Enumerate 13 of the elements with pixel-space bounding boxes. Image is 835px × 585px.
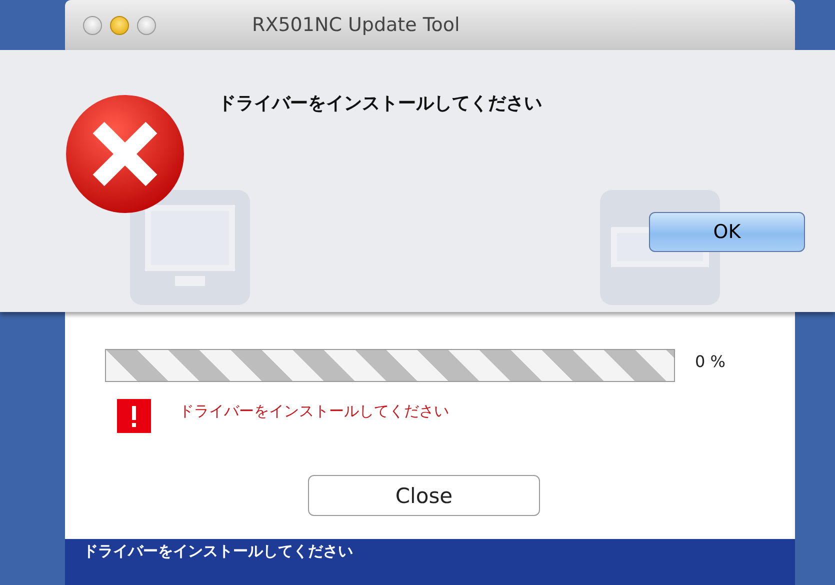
ok-button[interactable]: OK bbox=[649, 212, 805, 252]
error-icon bbox=[64, 93, 186, 215]
warning-icon bbox=[117, 399, 151, 433]
monitor-icon bbox=[130, 190, 250, 305]
error-message: ドライバーをインストールしてください bbox=[179, 402, 449, 420]
window-title: RX501NC Update Tool bbox=[252, 14, 460, 36]
progress-reading: 0 % bbox=[695, 352, 726, 371]
zoom-icon[interactable] bbox=[137, 16, 156, 34]
status-text: ドライバーをインストールしてください bbox=[83, 542, 353, 561]
alert-message: ドライバーをインストールしてください bbox=[218, 92, 543, 115]
minimize-icon[interactable] bbox=[110, 16, 129, 34]
close-button[interactable]: Close bbox=[308, 475, 540, 516]
close-icon[interactable] bbox=[83, 16, 102, 34]
